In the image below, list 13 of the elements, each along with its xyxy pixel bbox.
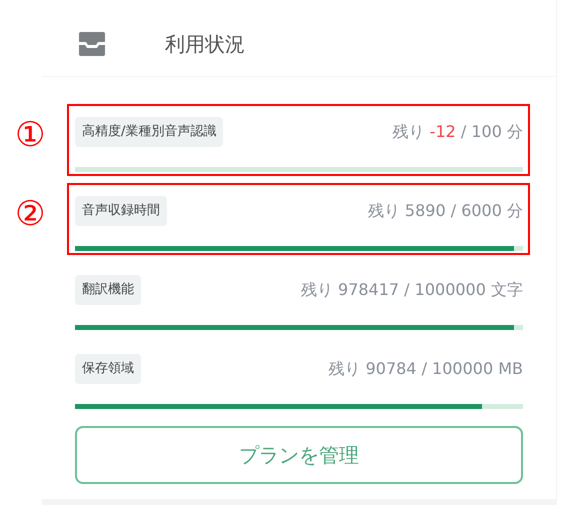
feature-tag: 保存領域: [75, 354, 141, 384]
inbox-tray-icon: [78, 31, 106, 57]
callout-number: ①: [15, 115, 46, 155]
section-title: 利用状況: [165, 31, 245, 58]
callout-number: ②: [15, 194, 46, 234]
remaining-text: 残り -12 / 100 分: [392, 121, 523, 143]
feature-tag: 高精度/業種別音声認識: [75, 117, 224, 147]
remaining-text: 残り 978417 / 1000000 文字: [300, 279, 523, 301]
feature-tag: 音声収録時間: [75, 196, 167, 226]
remaining-text: 残り 90784 / 100000 MB: [328, 358, 523, 380]
feature-tag: 翻訳機能: [75, 275, 141, 305]
manage-plan-button[interactable]: プランを管理: [75, 426, 523, 484]
remaining-text: 残り 5890 / 6000 分: [368, 200, 523, 222]
